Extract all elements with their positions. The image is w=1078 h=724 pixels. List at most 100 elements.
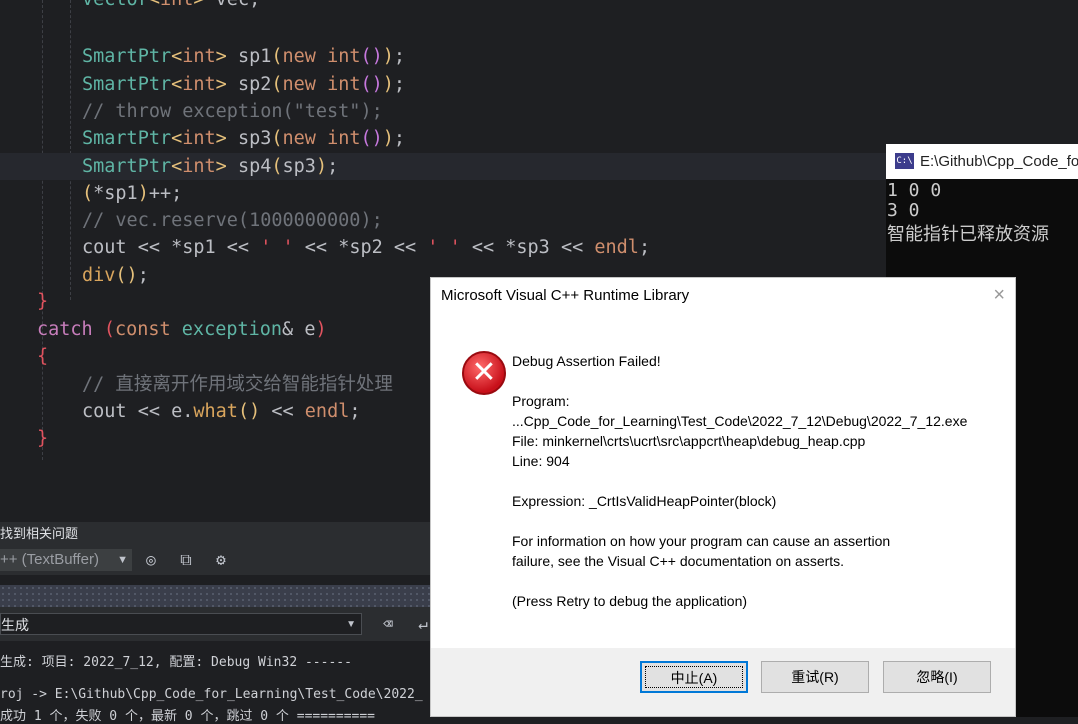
program-label: Program: [512, 393, 570, 409]
code-line: SmartPtr<int> sp4(sp3); [0, 153, 982, 180]
code-token: // throw exception("test"); [82, 101, 383, 122]
code-line: div(); [0, 262, 149, 289]
error-list-text: 找到相关问题 [0, 526, 79, 541]
code-token: sp3 [282, 156, 316, 177]
code-token: int [160, 0, 193, 10]
abort-button-label: 中止(A) [670, 670, 718, 686]
console-line: 1 0 0 [887, 180, 942, 201]
retry-button[interactable]: 重试(R) [761, 661, 869, 693]
code-token: << *sp2 << [293, 237, 428, 258]
code-token: what [193, 401, 238, 422]
code-line: SmartPtr<int> sp2(new int()); [0, 71, 405, 98]
code-token: // vec.reserve(1000000000); [82, 210, 383, 231]
code-token: new [282, 128, 328, 149]
code-token: sp4 [237, 156, 272, 177]
code-token: ' ' [427, 237, 461, 258]
panel-grip[interactable] [0, 585, 440, 607]
code-token: sp3 [237, 128, 272, 149]
code-token: < [171, 128, 183, 149]
code-line: SmartPtr<int> sp1(new int()); [0, 43, 405, 70]
console-titlebar[interactable]: C:\ E:\Github\Cpp_Code_for_Learning [886, 144, 1078, 179]
output-source-value: 生成 [1, 617, 29, 633]
code-token: *sp1 [93, 183, 138, 204]
code-token: new [282, 74, 328, 95]
code-token: & e [282, 319, 316, 340]
ignore-button-label: 忽略(I) [916, 669, 958, 685]
code-token: ( [271, 74, 283, 95]
separator [0, 575, 440, 585]
code-token: ; [327, 156, 339, 177]
console-title: E:\Github\Cpp_Code_for_Learning [920, 153, 1078, 170]
code-line: // throw exception("test"); [0, 98, 383, 125]
editor-toolbar: ++ (TextBuffer) ▼ ◎ ⧉ ⚙ [0, 545, 440, 575]
output-header: 生成 ▼ ⌫ ↵ [0, 607, 440, 641]
code-line: (*sp1)++; [0, 180, 182, 207]
code-token: ++; [148, 183, 183, 204]
code-token: // 直接离开作用域交给智能指针处理 [82, 374, 393, 395]
close-icon[interactable]: × [993, 284, 1005, 307]
code-token: cout << *sp1 << [82, 237, 261, 258]
globe-icon[interactable]: ◎ [140, 549, 162, 571]
output-line: roj -> E:\Github\Cpp_Code_for_Learning\T… [0, 687, 423, 702]
output-line: 成功 1 个，失败 0 个，最新 0 个，跳过 0 个 ========== [0, 709, 376, 724]
code-token: > [215, 46, 238, 67]
code-token: int [182, 74, 216, 95]
code-token: ; [393, 128, 406, 149]
dialog-title: Microsoft Visual C++ Runtime Library [441, 287, 690, 304]
program-path: ...Cpp_Code_for_Learning\Test_Code\2022_… [512, 413, 968, 429]
dialog-body: ✕ Debug Assertion Failed! Program: ...Cp… [431, 316, 1015, 648]
code-token: int [182, 156, 216, 177]
ignore-button[interactable]: 忽略(I) [883, 661, 991, 693]
code-token: ; [638, 237, 651, 258]
code-token: < [149, 0, 160, 10]
code-token: > [193, 0, 215, 10]
code-token: ( [103, 319, 115, 340]
error-list-bar: 找到相关问题 [0, 522, 440, 545]
code-token: < [171, 74, 183, 95]
expression: Expression: _CrtIsValidHeapPointer(block… [512, 493, 777, 509]
code-token: SmartPtr [82, 128, 172, 149]
file-path: File: minkernel\crts\ucrt\src\appcrt\hea… [512, 433, 866, 449]
buffer-select-value: ++ (TextBuffer) [0, 551, 99, 568]
copy-icon[interactable]: ⧉ [175, 549, 197, 571]
code-token: < [171, 156, 183, 177]
code-token: int [182, 46, 216, 67]
code-token: new [282, 46, 328, 67]
code-token: ) [137, 183, 149, 204]
code-token: > [215, 128, 238, 149]
code-token: ; [393, 46, 406, 67]
code-token: < [171, 46, 183, 67]
code-token: int [327, 128, 361, 149]
code-token: << [260, 401, 305, 422]
code-token: ( [271, 46, 283, 67]
dialog-titlebar[interactable]: Microsoft Visual C++ Runtime Library × [431, 278, 1015, 316]
code-token: int [182, 128, 216, 149]
buffer-select[interactable]: ++ (TextBuffer) ▼ [0, 549, 132, 571]
abort-button[interactable]: 中止(A) [640, 661, 748, 693]
code-token: ; [349, 401, 361, 422]
code-token: sp1 [237, 46, 272, 67]
code-line: cout << *sp1 << ' ' << *sp2 << ' ' << *s… [0, 234, 650, 261]
code-token: > [215, 74, 238, 95]
code-line: // vec.reserve(1000000000); [0, 207, 383, 234]
code-token: () [115, 265, 138, 286]
code-token: () [237, 401, 261, 422]
code-token: const [114, 319, 182, 340]
code-token: ) [382, 128, 394, 149]
code-token: ) [382, 74, 394, 95]
output-source-select[interactable]: 生成 ▼ [0, 613, 362, 635]
output-pane: 生成: 项目: 2022_7_12, 配置: Debug Win32 -----… [0, 641, 440, 724]
code-token: SmartPtr [82, 46, 172, 67]
code-token: ( [82, 183, 94, 204]
code-token: int [327, 46, 361, 67]
code-token: endl [304, 401, 350, 422]
info-text: failure, see the Visual C++ documentatio… [512, 553, 845, 569]
code-token: ( [271, 128, 283, 149]
settings-icon[interactable]: ⚙ [210, 549, 232, 571]
code-line: SmartPtr<int> sp3(new int()); [0, 125, 405, 152]
line-number: Line: 904 [512, 453, 570, 469]
code-token: () [360, 128, 383, 149]
code-line: { [0, 343, 48, 370]
clear-output-icon[interactable]: ⌫ [377, 613, 399, 635]
code-token: () [360, 46, 383, 67]
